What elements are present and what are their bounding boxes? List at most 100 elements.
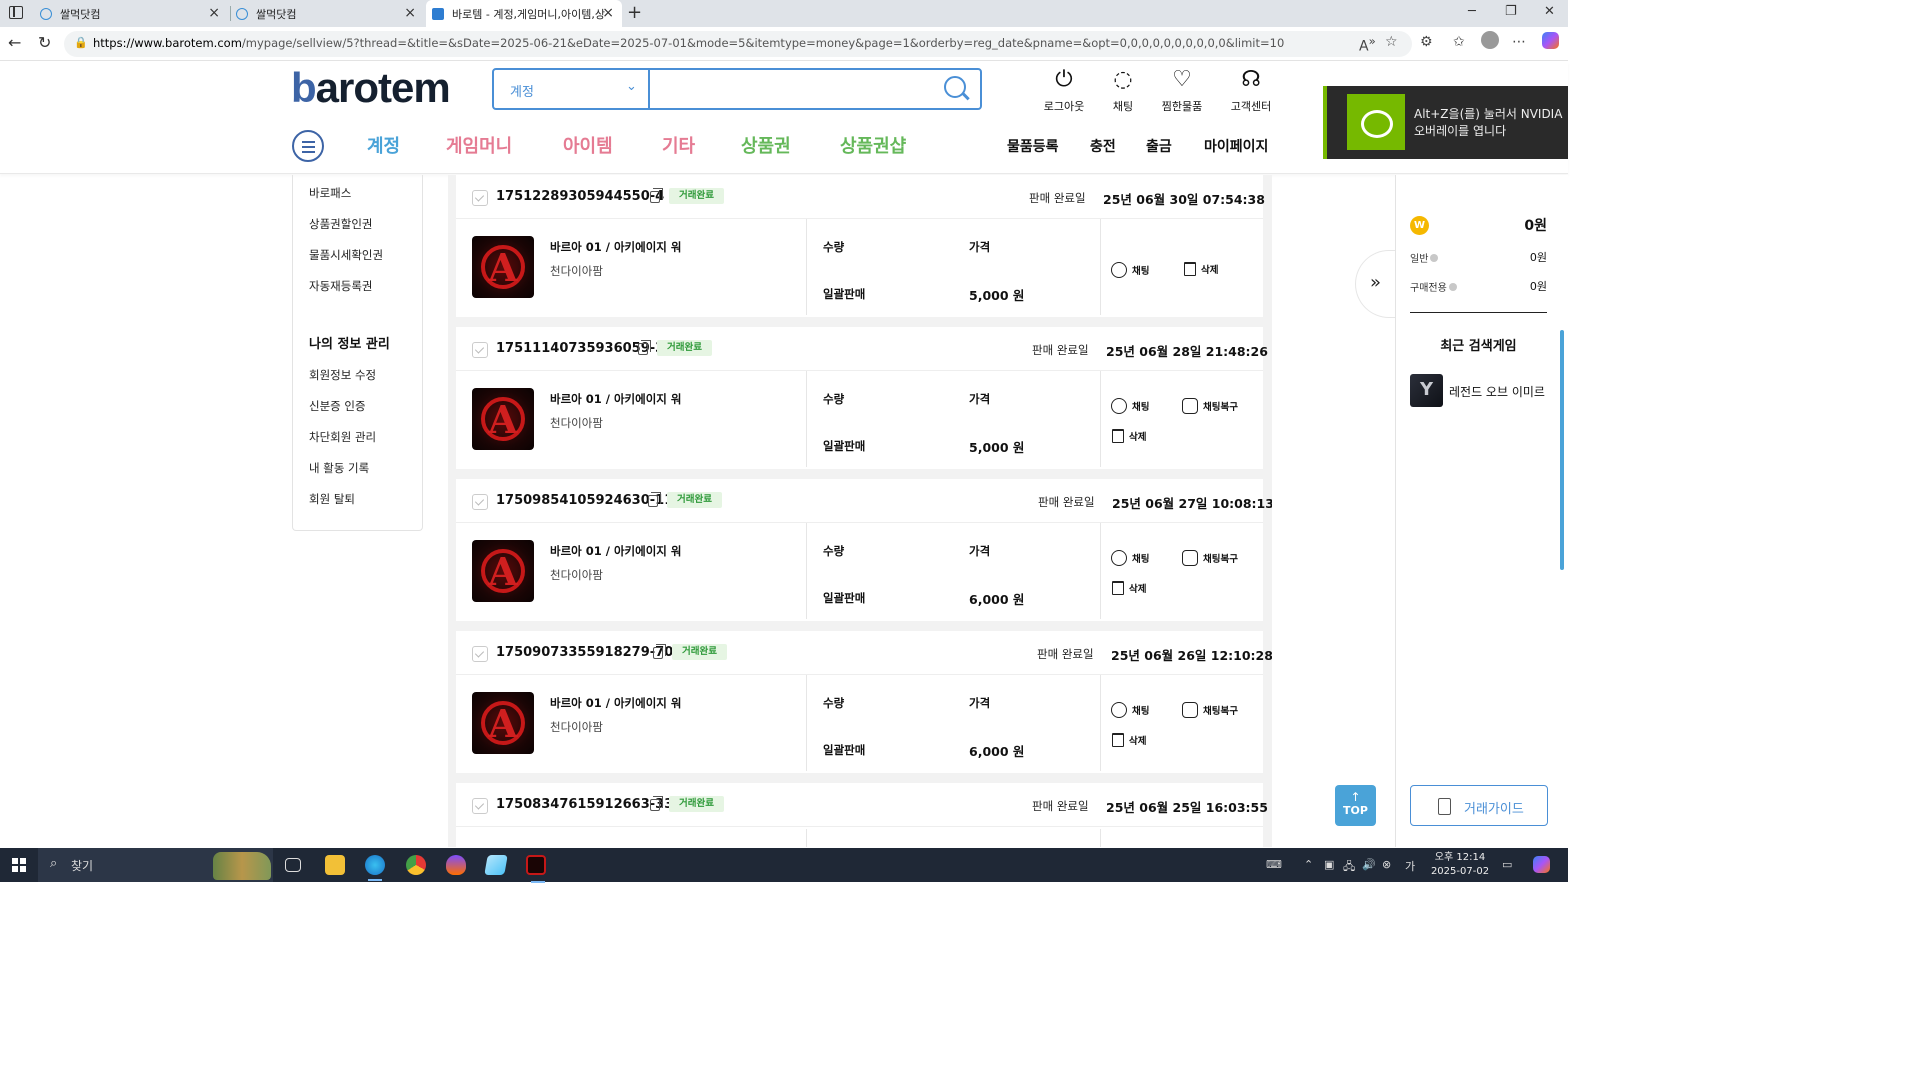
menu-baropass[interactable]: 바로패스 (309, 185, 351, 201)
menu-activity-log[interactable]: 내 활동 기록 (309, 460, 369, 476)
order-checkbox[interactable] (472, 190, 488, 206)
tray-status-icon[interactable]: ⊗ (1382, 858, 1391, 871)
menu-icon[interactable] (292, 130, 324, 162)
menu-blocked-users[interactable]: 차단회원 관리 (309, 429, 376, 445)
customer-center-button[interactable]: ☊ 고객센터 (1221, 66, 1281, 114)
copy-icon[interactable] (638, 340, 651, 355)
chat-action-button[interactable]: 채팅 (1111, 702, 1149, 718)
taskbar-search[interactable]: ⌕ 찾기 (38, 848, 273, 882)
copy-icon[interactable] (650, 796, 663, 811)
favorite-star-icon[interactable]: ☆ (1385, 34, 1398, 50)
order-checkbox[interactable] (472, 798, 488, 814)
copilot-taskbar-icon[interactable] (1533, 856, 1550, 873)
profile-avatar[interactable] (1481, 31, 1499, 49)
game-icon[interactable] (1410, 374, 1443, 407)
menu-auto-reregister[interactable]: 자동재등록권 (309, 278, 372, 294)
nav-category-account[interactable]: 계정 (367, 132, 400, 158)
windows-start-icon[interactable] (12, 858, 26, 872)
browser-tab-1[interactable]: 쌀먹닷컴 × (40, 0, 228, 27)
edge-browser-icon[interactable] (365, 855, 385, 881)
menu-id-verify[interactable]: 신분증 인증 (309, 398, 366, 414)
chat-action-button[interactable]: 채팅 (1111, 262, 1149, 278)
tray-app-icon[interactable]: ▣ (1324, 858, 1334, 871)
favorites-icon[interactable]: ✩ (1453, 34, 1465, 50)
menu-giftcard-discount[interactable]: 상품권할인권 (309, 216, 372, 232)
close-tab-icon[interactable]: × (208, 5, 220, 21)
app-flame-icon[interactable] (446, 855, 466, 875)
trade-guide-button[interactable]: 거래가이드 (1410, 785, 1548, 826)
network-icon[interactable]: 🖧 (1343, 858, 1355, 877)
close-tab-icon[interactable]: × (602, 5, 614, 21)
file-explorer-icon[interactable] (325, 855, 345, 875)
chat-button[interactable]: ◌ 채팅 (1093, 66, 1153, 114)
browser-tab-2[interactable]: 쌀먹닷컴 × (236, 0, 424, 27)
order-checkbox[interactable] (472, 646, 488, 662)
close-tab-icon[interactable]: × (404, 5, 416, 21)
nvidia-overlay-toast[interactable]: Alt+Z을(를) 눌러서 NVIDIA 오버레이를 엽니다 (1323, 86, 1568, 159)
delete-action-button[interactable]: 삭제 (1112, 581, 1146, 595)
delete-action-button[interactable]: 삭제 (1184, 262, 1218, 276)
delete-action-button[interactable]: 삭제 (1112, 733, 1146, 747)
chat-action-button[interactable]: 채팅 (1111, 550, 1149, 566)
copy-icon[interactable] (653, 644, 666, 659)
help-icon[interactable] (1430, 254, 1439, 262)
more-menu-icon[interactable]: ⋯ (1512, 34, 1526, 50)
ime-icon[interactable]: 가 (1405, 858, 1415, 874)
game-thumbnail[interactable]: A (472, 540, 534, 602)
nav-category-giftcard-shop[interactable]: 상품권샵 (840, 132, 906, 158)
extensions-icon[interactable]: ⚙ (1420, 34, 1433, 50)
delete-action-button[interactable]: 삭제 (1112, 429, 1146, 443)
close-window-icon[interactable]: ✕ (1544, 4, 1555, 19)
page-scrollbar[interactable] (1560, 330, 1564, 570)
search-category-select[interactable]: 계정 ⌄ (494, 70, 650, 108)
order-checkbox[interactable] (472, 342, 488, 358)
search-icon[interactable] (944, 76, 966, 98)
back-icon[interactable]: ← (8, 33, 21, 52)
wishlist-button[interactable]: ♡ 찜한물품 (1152, 66, 1212, 114)
nav-category-item[interactable]: 아이템 (563, 132, 613, 158)
new-tab-icon[interactable]: + (627, 2, 642, 23)
browser-tab-3-active[interactable]: 바로템 - 계정,게임머니,아이템,상 × (426, 0, 622, 27)
restore-icon[interactable]: ❐ (1505, 4, 1517, 19)
tab-actions-icon[interactable] (9, 6, 23, 19)
register-item-link[interactable]: 물품등록 (1007, 136, 1059, 156)
copy-icon[interactable] (648, 492, 661, 507)
order-checkbox[interactable] (472, 494, 488, 510)
product-title[interactable]: 바르아 01 / 아키에이지 워 (550, 391, 681, 407)
minimize-icon[interactable]: ─ (1468, 4, 1476, 19)
product-title[interactable]: 바르아 01 / 아키에이지 워 (550, 239, 681, 255)
game-thumbnail[interactable]: A (472, 236, 534, 298)
scroll-top-button[interactable]: ↑ TOP (1335, 785, 1376, 826)
volume-icon[interactable]: 🔊 (1362, 858, 1376, 871)
read-aloud-icon[interactable]: A» (1359, 34, 1376, 55)
charge-link[interactable]: 충전 (1090, 136, 1116, 156)
chevron-up-icon[interactable]: ⌃ (1304, 858, 1313, 871)
game-thumbnail[interactable]: A (472, 692, 534, 754)
nav-category-gamemoney[interactable]: 게임머니 (446, 132, 512, 158)
withdraw-link[interactable]: 출금 (1146, 136, 1172, 156)
restore-chat-button[interactable]: 채팅복구 (1182, 550, 1238, 566)
game-thumbnail[interactable]: A (472, 388, 534, 450)
product-title[interactable]: 바르아 01 / 아키에이지 워 (550, 695, 681, 711)
nav-category-etc[interactable]: 기타 (662, 132, 695, 158)
barotem-logo[interactable]: barotem (291, 64, 451, 112)
side-panel-toggle[interactable]: » (1355, 250, 1397, 318)
product-title[interactable]: 바르아 01 / 아키에이지 워 (550, 543, 681, 559)
url-field[interactable]: 🔒 https://www.barotem.com/mypage/sellvie… (64, 31, 1412, 57)
menu-edit-profile[interactable]: 회원정보 수정 (309, 367, 376, 383)
notepad-icon[interactable] (484, 855, 508, 875)
menu-price-check[interactable]: 물품시세확인권 (309, 247, 383, 263)
mypage-link[interactable]: 마이페이지 (1204, 136, 1268, 156)
archeage-war-icon[interactable] (526, 855, 546, 883)
recent-game-link[interactable]: 레전드 오브 이미르 (1449, 383, 1545, 400)
taskbar-clock[interactable]: 오후 12:14 2025-07-02 (1428, 851, 1492, 879)
reload-icon[interactable]: ↻ (38, 33, 51, 52)
task-view-icon[interactable] (285, 858, 301, 872)
chrome-icon[interactable] (406, 855, 426, 875)
notifications-icon[interactable]: ▭ (1502, 858, 1512, 871)
copilot-icon[interactable] (1542, 32, 1559, 49)
restore-chat-button[interactable]: 채팅복구 (1182, 398, 1238, 414)
keyboard-icon[interactable]: ⌨ (1266, 858, 1282, 871)
restore-chat-button[interactable]: 채팅복구 (1182, 702, 1238, 718)
help-icon[interactable] (1448, 283, 1457, 291)
